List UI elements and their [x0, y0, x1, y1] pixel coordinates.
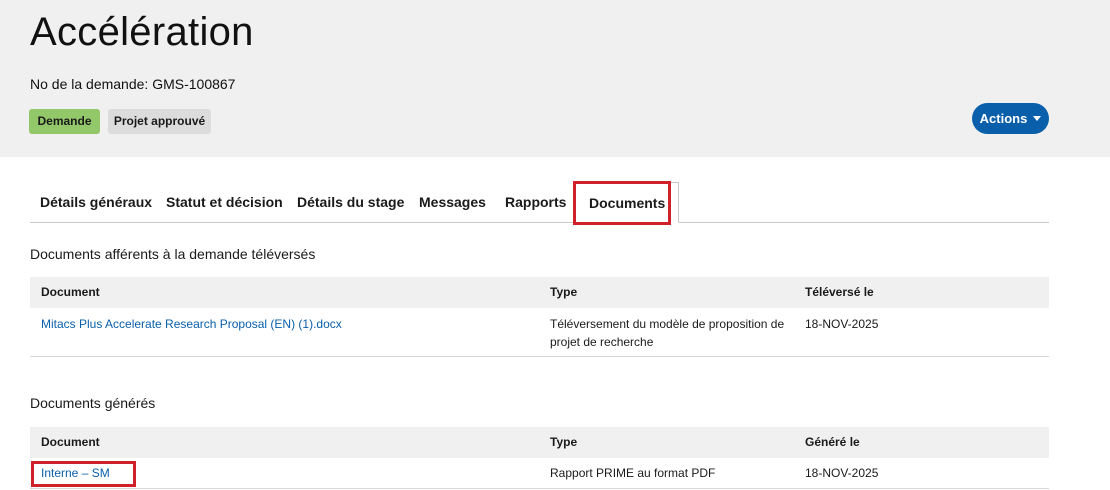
uploaded-section-title: Documents afférents à la demande téléver…: [30, 246, 316, 262]
page-header: Accélération No de la demande: GMS-10086…: [0, 0, 1110, 157]
generated-documents-table: Document Type Généré le Interne – SM Rap…: [30, 427, 1049, 489]
tab-internship-details[interactable]: Détails du stage: [297, 182, 404, 222]
table-header: Document Type Téléversé le: [30, 277, 1049, 308]
status-badge-approved: Projet approuvé: [108, 109, 211, 134]
document-type-line2: projet de recherche: [550, 335, 654, 349]
document-type: Rapport PRIME au format PDF: [550, 466, 716, 480]
tab-reports[interactable]: Rapports: [505, 182, 566, 222]
upload-date: 18-NOV-2025: [805, 317, 879, 331]
table-header: Document Type Généré le: [30, 427, 1049, 458]
generated-section-title: Documents générés: [30, 395, 156, 411]
column-header-type: Type: [550, 285, 578, 299]
tab-documents[interactable]: Documents: [575, 182, 680, 223]
document-link[interactable]: Mitacs Plus Accelerate Research Proposal…: [41, 315, 342, 333]
column-header-document: Document: [41, 285, 100, 299]
tab-general-details[interactable]: Détails généraux: [40, 182, 152, 222]
column-header-generated-date: Généré le: [805, 435, 860, 449]
column-header-type: Type: [550, 435, 578, 449]
table-row: Interne – SM Rapport PRIME au format PDF…: [30, 458, 1049, 489]
column-header-uploaded-date: Téléversé le: [805, 285, 874, 299]
document-type-line1: Téléversement du modèle de proposition d…: [550, 317, 785, 331]
tab-status-decision[interactable]: Statut et décision: [166, 182, 283, 222]
column-header-document: Document: [41, 435, 100, 449]
actions-button[interactable]: Actions: [972, 103, 1049, 134]
tab-bar: Détails généraux Statut et décision Déta…: [30, 182, 1049, 223]
request-number: No de la demande: GMS-100867: [30, 76, 236, 92]
caret-down-icon: [1033, 116, 1042, 121]
page-title: Accélération: [30, 10, 254, 54]
document-link[interactable]: Interne – SM: [41, 464, 110, 482]
generated-date: 18-NOV-2025: [805, 466, 879, 480]
actions-label: Actions: [979, 111, 1028, 126]
uploaded-documents-table: Document Type Téléversé le Mitacs Plus A…: [30, 277, 1049, 357]
tab-messages[interactable]: Messages: [419, 182, 486, 222]
table-row: Mitacs Plus Accelerate Research Proposal…: [30, 308, 1049, 357]
status-badge-request: Demande: [29, 109, 100, 134]
